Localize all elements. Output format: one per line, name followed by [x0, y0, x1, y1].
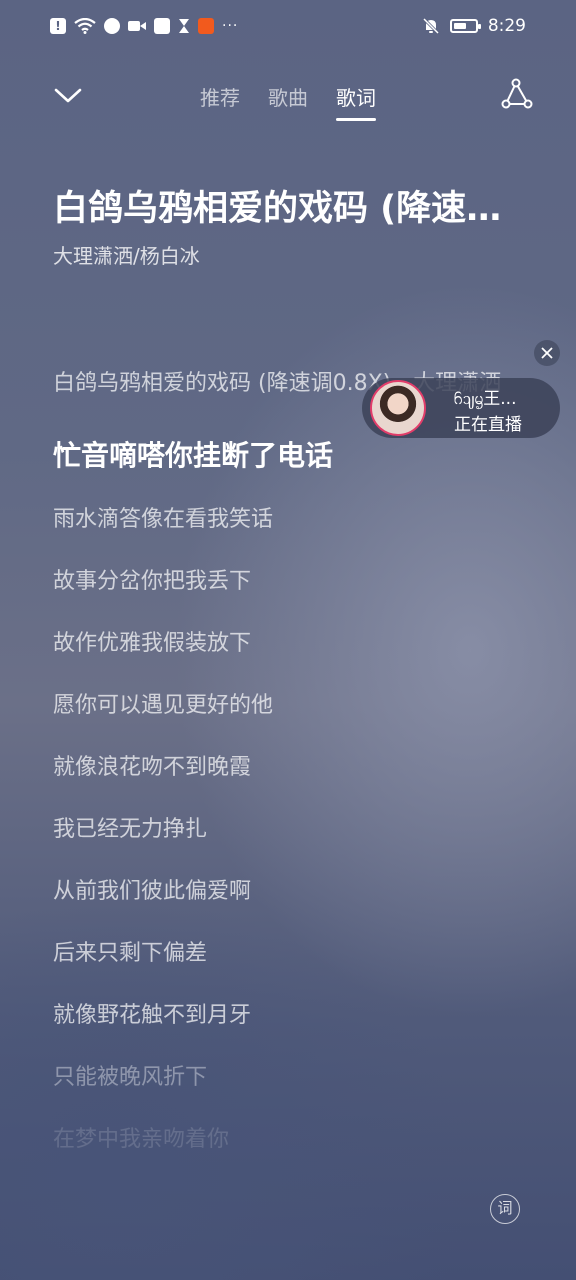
- lyric-line: 愿你可以遇见更好的他: [53, 693, 274, 718]
- lyric-line: 故事分岔你把我丢下: [53, 569, 252, 594]
- alert-icon: !: [50, 18, 66, 34]
- tab-recommend[interactable]: 推荐: [200, 82, 240, 121]
- orange-app-icon: [198, 18, 214, 34]
- more-notifications: ···: [222, 18, 239, 34]
- lyrics-panel[interactable]: 白鸽乌鸦相爱的戏码 (降速调0.8X) - 大理潇洒 忙音嘀嗒你挂断了电话 雨水…: [53, 368, 523, 1186]
- lyric-line: 雨水滴答像在看我笑话: [53, 507, 274, 532]
- live-close-button[interactable]: [534, 340, 560, 366]
- tab-bar: 推荐 歌曲 歌词: [0, 82, 576, 121]
- close-icon: [541, 347, 553, 359]
- lyric-line: 从前我们彼此偏爱啊: [53, 879, 252, 904]
- lyric-line-faded: 只能被晚风折下: [53, 1065, 208, 1090]
- live-avatar[interactable]: [370, 380, 426, 436]
- video-icon: [128, 21, 146, 31]
- tab-lyrics[interactable]: 歌词: [336, 82, 376, 121]
- lyric-line: 故作优雅我假装放下: [53, 631, 252, 656]
- status-icons-right: 8:29: [422, 16, 526, 36]
- lyric-line: 后来只剩下偏差: [53, 941, 208, 966]
- lyric-current-line: 忙音嘀嗒你挂断了电话: [53, 439, 334, 472]
- battery-icon: [449, 19, 481, 33]
- share-icon[interactable]: [498, 76, 534, 112]
- lyric-mode-button[interactable]: 词: [490, 1194, 520, 1224]
- hourglass-icon: [179, 19, 189, 33]
- live-streamer-name: ᦆᦻᧄ王...: [454, 389, 517, 409]
- status-bar: ! ··· 8:29: [0, 0, 576, 58]
- wifi-icon: [74, 18, 96, 34]
- top-nav: 推荐 歌曲 歌词: [0, 70, 576, 124]
- clock: 8:29: [487, 16, 526, 36]
- music-app-icon: [104, 18, 120, 34]
- bell-off-icon: [422, 17, 439, 35]
- lyric-line: 就像浪花吻不到晚霞: [53, 755, 252, 780]
- song-title: 白鸽乌鸦相爱的戏码 (降速调0.8X) - 大理潇洒: [53, 189, 533, 229]
- live-floating-widget[interactable]: ᦆᦻᧄ王... 正在直播: [362, 378, 560, 438]
- live-status: 正在直播: [454, 415, 522, 435]
- bag-icon: [154, 18, 170, 34]
- lyric-line: 就像野花触不到月牙: [53, 1003, 252, 1028]
- lyric-line-faded: 在梦中我亲吻着你: [53, 1127, 230, 1152]
- status-icons-left: ! ···: [50, 18, 238, 34]
- lyric-line: 我已经无力挣扎: [53, 817, 208, 842]
- artist-name[interactable]: 大理潇洒/杨白冰: [53, 240, 200, 269]
- tab-song[interactable]: 歌曲: [268, 82, 308, 121]
